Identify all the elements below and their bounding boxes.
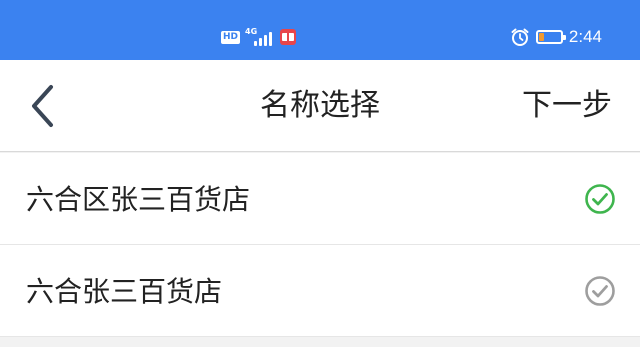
signal-icon: 4G: [245, 27, 275, 47]
alarm-icon: [511, 28, 529, 46]
status-indicators: HD 4G: [221, 26, 297, 48]
clock: 2:44: [568, 27, 602, 46]
check-circle-icon[interactable]: [584, 183, 616, 215]
hd-badge: HD: [221, 30, 241, 44]
next-step-button[interactable]: 下一步: [522, 88, 612, 124]
option-label: 六合区张三百货店: [26, 183, 251, 216]
option-label: 六合张三百货店: [26, 275, 223, 308]
notification-icon: [280, 29, 297, 45]
check-circle-icon[interactable]: [584, 275, 616, 307]
list-item[interactable]: 六合张三百货店: [0, 245, 640, 337]
battery-icon: [535, 30, 566, 44]
status-right: 2:44: [510, 26, 602, 48]
nav-bar: 名称选择 下一步: [0, 60, 640, 152]
status-bar: HD 4G 2:44: [0, 0, 640, 60]
name-options-list: 六合区张三百货店 六合张三百货店: [0, 153, 640, 337]
list-item[interactable]: 六合区张三百货店: [0, 153, 640, 245]
